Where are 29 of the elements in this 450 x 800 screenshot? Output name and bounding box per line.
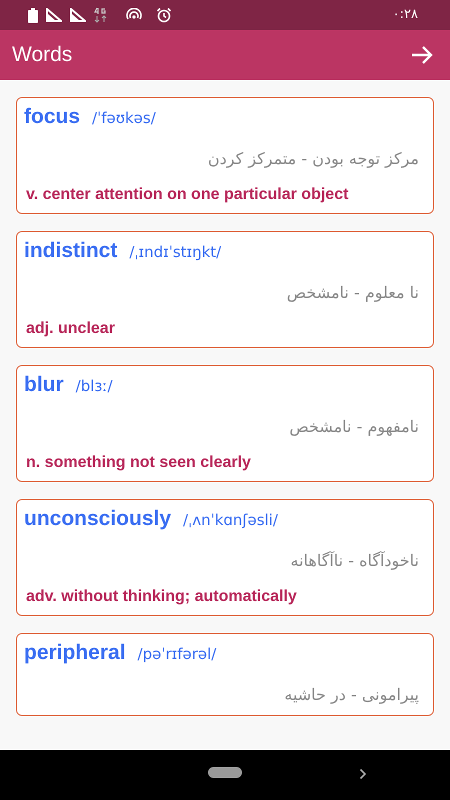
definition: v. center attention on one particular object bbox=[25, 185, 350, 205]
pronunciation: /ˌɪndɪˈstɪŋkt/ bbox=[129, 242, 222, 263]
alarm-icon bbox=[156, 7, 172, 23]
translation: مرکز توجه بودن - متمرکز کردن bbox=[208, 148, 419, 170]
home-button[interactable] bbox=[208, 767, 242, 778]
pronunciation: /pəˈrɪfərəl/ bbox=[138, 644, 216, 665]
network-4g-icon bbox=[94, 7, 108, 23]
app-title: Words bbox=[12, 42, 72, 68]
translation: نامفهوم - نامشخص bbox=[289, 416, 419, 438]
pronunciation: /ˌʌnˈkɑnʃəsli/ bbox=[183, 510, 278, 531]
signal-icon bbox=[46, 8, 62, 22]
signal-icon bbox=[70, 8, 86, 22]
pronunciation: /blɜː/ bbox=[76, 376, 112, 397]
pronunciation: /ˈfəʊkəs/ bbox=[92, 108, 156, 129]
word-title: peripheral bbox=[24, 640, 126, 666]
translation: نا معلوم - نامشخص bbox=[286, 282, 419, 304]
status-time: ۰:۲۸ bbox=[392, 6, 418, 24]
word-title: unconsciously bbox=[24, 506, 172, 532]
word-title: blur bbox=[24, 372, 64, 398]
definition: adj. unclear bbox=[25, 319, 116, 339]
definition: n. something not seen clearly bbox=[25, 453, 252, 473]
translation: پیرامونی - در حاشیه bbox=[284, 684, 419, 706]
word-title: focus bbox=[24, 104, 80, 130]
word-title: indistinct bbox=[24, 238, 118, 264]
battery-icon bbox=[28, 8, 38, 22]
chevron-right-icon[interactable] bbox=[359, 768, 367, 780]
definition: adv. without thinking; automatically bbox=[25, 587, 298, 607]
translation: ناخودآگاه - ناآگاهانه bbox=[290, 550, 419, 572]
hotspot-icon bbox=[126, 8, 142, 22]
